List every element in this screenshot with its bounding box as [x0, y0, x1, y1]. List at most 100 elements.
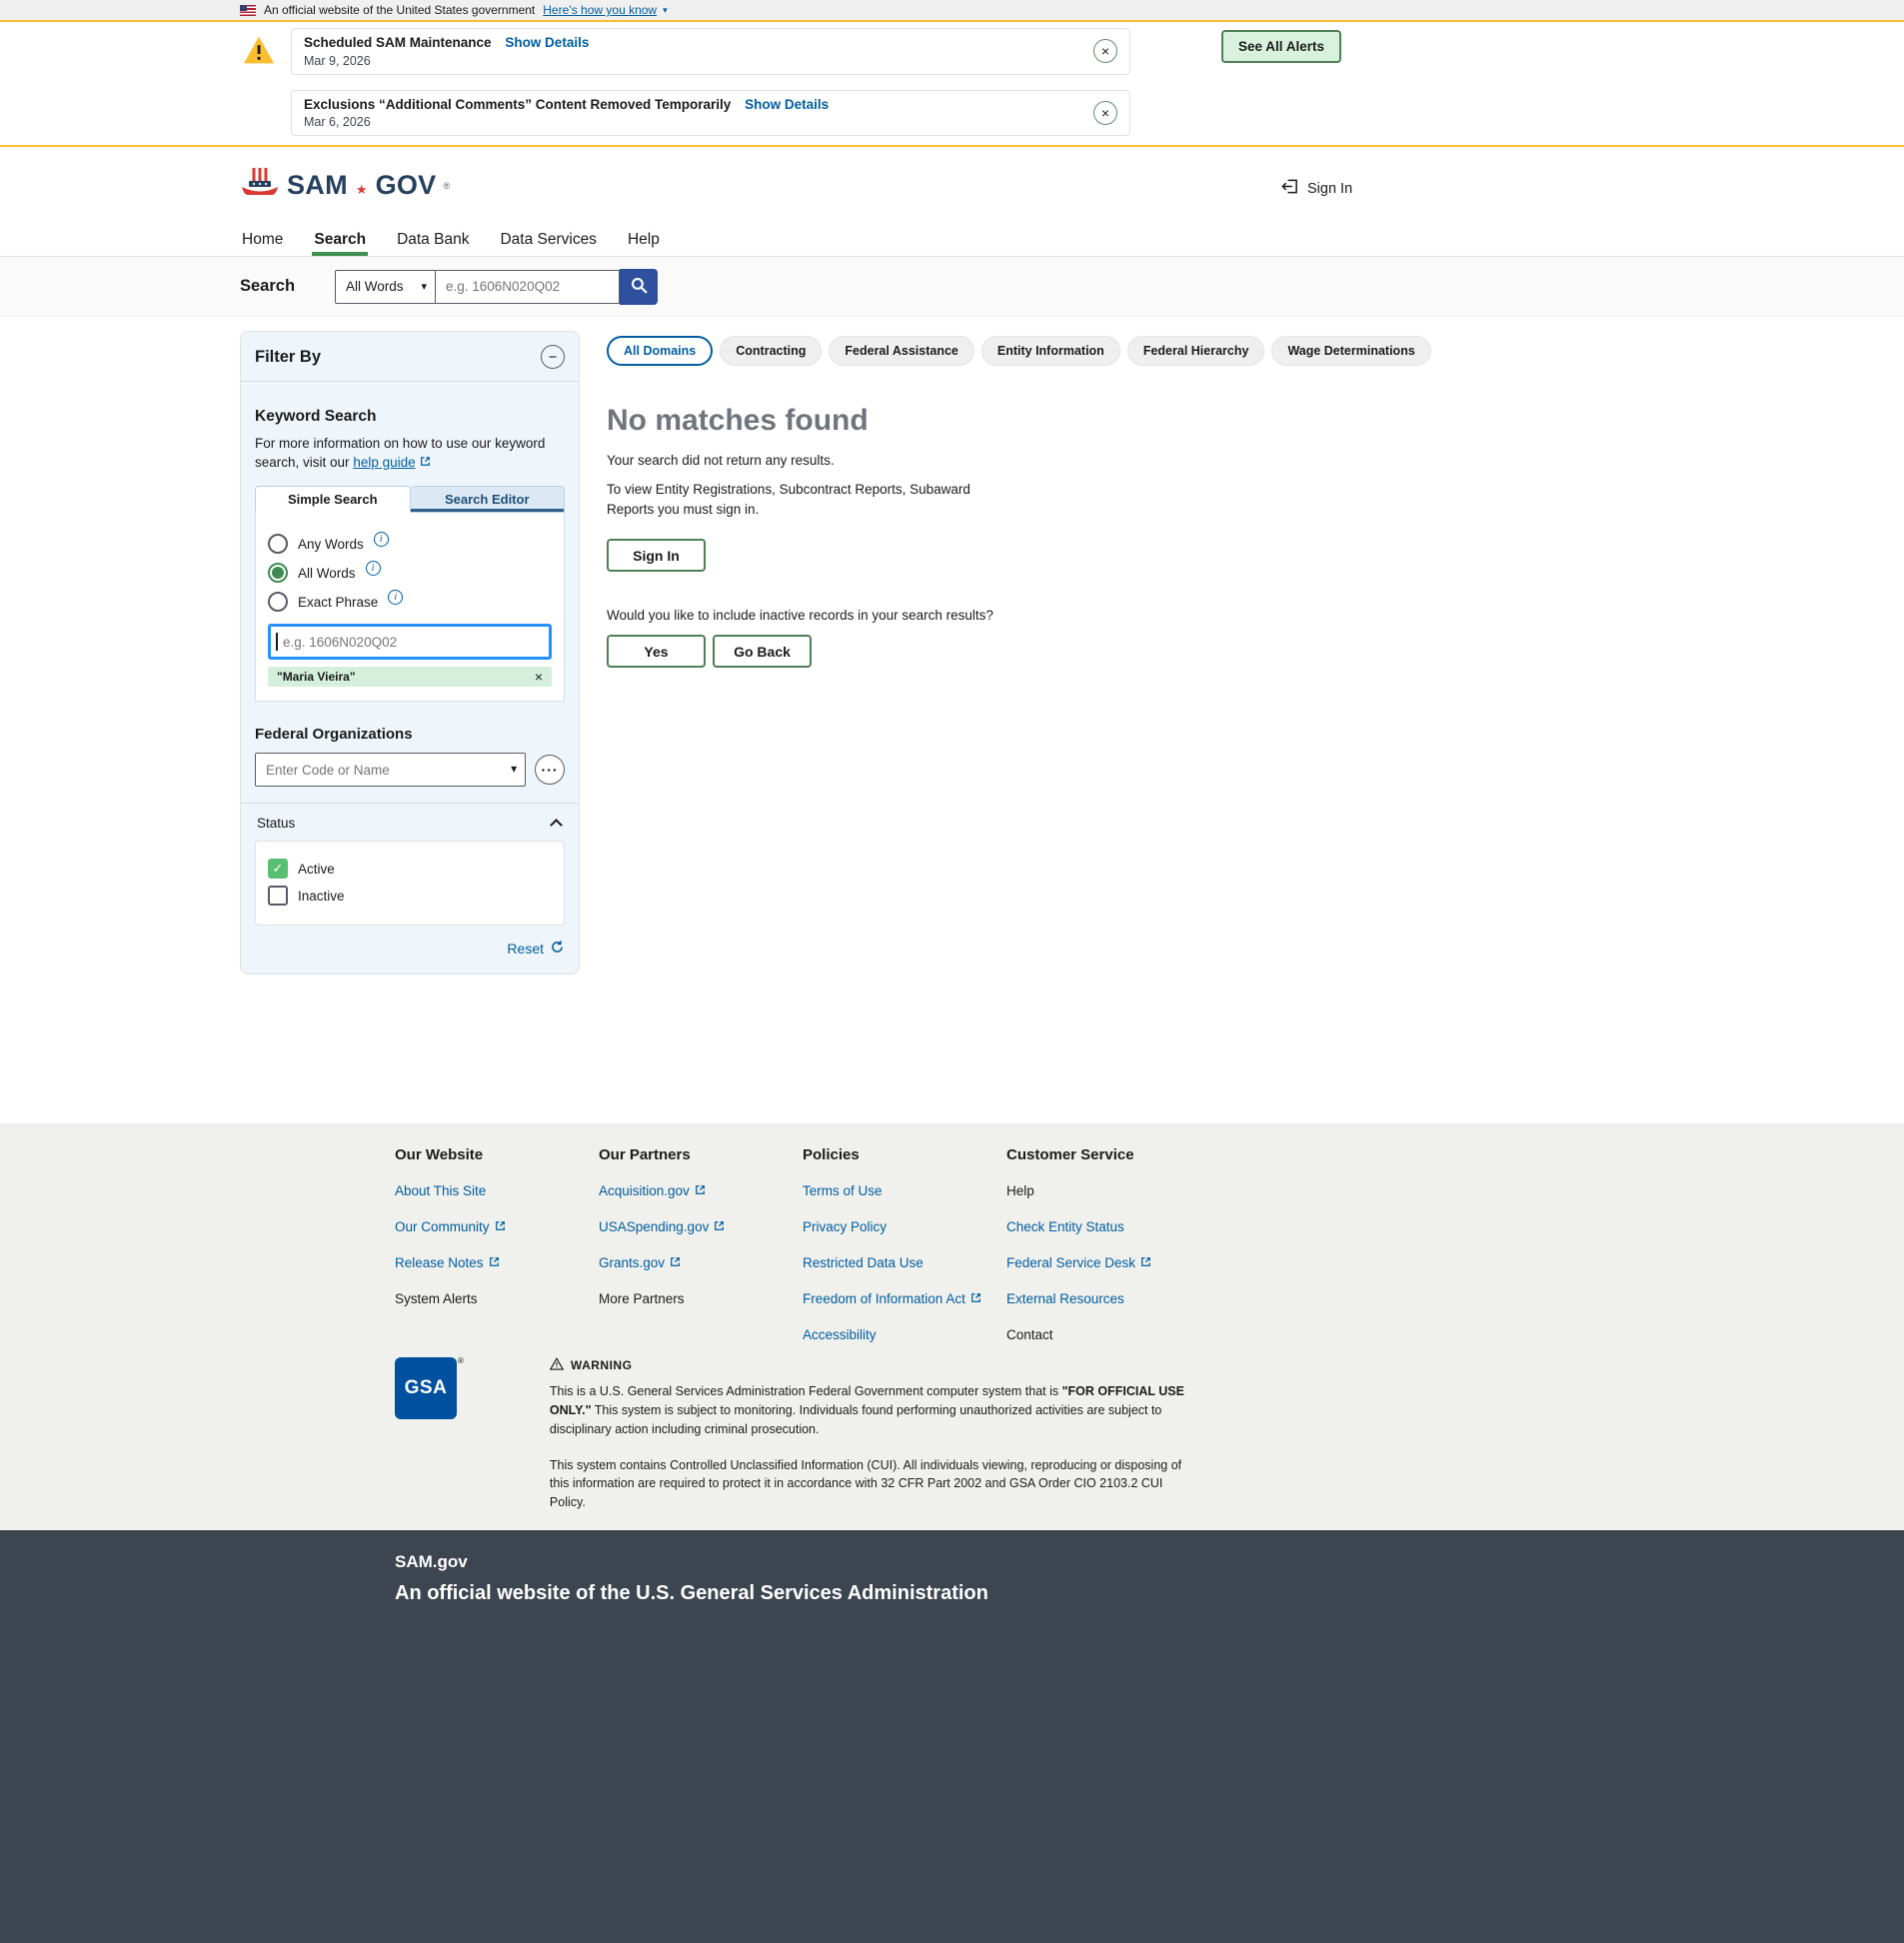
footer-column-policies: Policies Terms of Use Privacy Policy Res… [803, 1146, 1006, 1343]
logo-gov-text: GOV [375, 169, 437, 200]
search-bar: Search All Words ▾ [0, 257, 1904, 318]
remove-chip-button[interactable]: × [535, 670, 543, 684]
warning-paragraph-1: This is a U.S. General Services Administ… [549, 1384, 1184, 1436]
alerts-section: Scheduled SAM Maintenance Show Details M… [0, 20, 1904, 148]
footer-column-heading: Policies [803, 1146, 860, 1164]
chevron-down-icon: ▾ [663, 4, 668, 15]
footer-link-release-notes[interactable]: Release Notes [395, 1246, 599, 1272]
footer-column-our-website: Our Website About This Site Our Communit… [395, 1146, 599, 1343]
footer-link-external-resources[interactable]: External Resources [1006, 1282, 1286, 1308]
federal-orgs-combobox: ▾ [255, 753, 527, 788]
see-all-alerts-button[interactable]: See All Alerts [1221, 30, 1342, 63]
footer-link-privacy-policy[interactable]: Privacy Policy [803, 1210, 1006, 1236]
checkbox-active[interactable]: ✓ Active [268, 859, 552, 880]
keyword-search-heading: Keyword Search [255, 408, 377, 426]
warning-triangle-icon [242, 35, 276, 136]
close-alert-button[interactable]: × [1093, 100, 1117, 125]
gsa-registered-mark: ® [458, 1356, 464, 1366]
domain-pill-federal-assistance[interactable]: Federal Assistance [829, 336, 974, 367]
minus-icon: − [548, 348, 558, 366]
show-details-link[interactable]: Show Details [745, 97, 829, 112]
more-options-button[interactable]: ··· [535, 755, 565, 786]
main-content: Filter By − Keyword Search For more info… [0, 317, 1904, 1123]
domain-pill-contracting[interactable]: Contracting [720, 336, 823, 367]
help-guide-link[interactable]: help guide [353, 454, 430, 473]
keyword-tabs: Simple Search Search Editor [255, 486, 565, 514]
site-header: SAM ★ GOV ® Sign In [0, 147, 1904, 223]
nav-item-search[interactable]: Search [312, 223, 368, 256]
tab-search-editor[interactable]: Search Editor [410, 486, 565, 514]
domain-pill-wage-determinations[interactable]: Wage Determinations [1271, 336, 1431, 367]
external-link-icon [970, 1290, 981, 1308]
identity-footer: SAM.gov An official website of the U.S. … [0, 1529, 1904, 1943]
collapse-filters-button[interactable]: − [541, 345, 565, 370]
footer-link-restricted-data-use[interactable]: Restricted Data Use [803, 1246, 1006, 1272]
go-back-button[interactable]: Go Back [713, 635, 812, 669]
search-bar-label: Search [240, 277, 296, 296]
external-link-icon [1140, 1254, 1151, 1272]
gsa-logo: GSA [395, 1357, 457, 1420]
nav-item-help[interactable]: Help [626, 223, 662, 256]
footer-link-system-alerts[interactable]: System Alerts [395, 1282, 599, 1308]
yes-button[interactable]: Yes [607, 635, 706, 669]
show-details-link[interactable]: Show Details [505, 35, 589, 50]
chip-label: "Maria Vieira" [277, 670, 356, 685]
footer-link-about-this-site[interactable]: About This Site [395, 1174, 599, 1200]
radio-unselected-icon [268, 534, 288, 555]
status-section-toggle[interactable]: Status [241, 803, 579, 833]
info-icon[interactable]: i [388, 590, 404, 606]
sign-in-link[interactable]: Sign In [1280, 177, 1352, 200]
nav-item-home[interactable]: Home [240, 223, 285, 256]
domain-pill-entity-information[interactable]: Entity Information [980, 336, 1120, 367]
footer-link-usaspending-gov[interactable]: USASpending.gov [599, 1210, 803, 1236]
warning-title: WARNING [570, 1358, 633, 1373]
footer-link-check-entity-status[interactable]: Check Entity Status [1006, 1210, 1286, 1236]
close-alert-button[interactable]: × [1093, 39, 1117, 64]
status-options-box: ✓ Active Inactive [255, 841, 565, 927]
keyword-search-input[interactable] [268, 624, 552, 661]
sam-gov-logo[interactable]: SAM ★ GOV ® [240, 167, 450, 204]
footer-link-contact[interactable]: Contact [1006, 1318, 1286, 1344]
footer-link-federal-service-desk[interactable]: Federal Service Desk [1006, 1246, 1286, 1272]
tab-simple-search[interactable]: Simple Search [255, 486, 411, 514]
footer-link-more-partners[interactable]: More Partners [599, 1282, 803, 1308]
footer-column-heading: Our Website [395, 1146, 484, 1164]
info-icon[interactable]: i [365, 561, 381, 577]
domain-pill-all-domains[interactable]: All Domains [607, 336, 714, 367]
primary-nav: Home Search Data Bank Data Services Help [0, 223, 1904, 258]
federal-orgs-input[interactable] [255, 753, 527, 788]
close-icon: × [1100, 104, 1110, 121]
radio-all-words[interactable]: All Words i [268, 561, 552, 584]
no-matches-title: No matches found [607, 404, 869, 438]
nav-item-data-services[interactable]: Data Services [498, 223, 598, 256]
ellipsis-icon: ··· [541, 762, 559, 779]
nav-item-data-bank[interactable]: Data Bank [395, 223, 471, 256]
logo-registered-mark: ® [443, 180, 451, 191]
inactive-records-question: Would you like to include inactive recor… [607, 608, 993, 624]
info-icon[interactable]: i [373, 532, 389, 548]
footer-link-accessibility[interactable]: Accessibility [803, 1318, 1006, 1344]
footer-link-terms-of-use[interactable]: Terms of Use [803, 1174, 1006, 1200]
gov-banner: An official website of the United States… [0, 0, 1904, 20]
footer-link-help[interactable]: Help [1006, 1174, 1286, 1200]
how-you-know-link[interactable]: Here’s how you know [543, 3, 657, 17]
footer-link-acquisition-gov[interactable]: Acquisition.gov [599, 1174, 803, 1200]
search-mode-select[interactable]: All Words ▾ [335, 269, 435, 304]
uncle-sam-hat-icon [240, 167, 280, 204]
alert-title: Scheduled SAM Maintenance [304, 35, 492, 50]
reset-filters-link[interactable]: Reset [507, 940, 565, 958]
footer-link-our-community[interactable]: Our Community [395, 1210, 599, 1236]
domain-pill-federal-hierarchy[interactable]: Federal Hierarchy [1126, 336, 1265, 367]
footer-column-customer-service: Customer Service Help Check Entity Statu… [1006, 1146, 1286, 1343]
radio-exact-phrase[interactable]: Exact Phrase i [268, 590, 552, 613]
external-link-icon [495, 1218, 506, 1236]
footer-link-foia[interactable]: Freedom of Information Act [803, 1282, 1006, 1308]
global-search-input[interactable] [435, 269, 620, 304]
reset-icon [550, 940, 565, 958]
checkbox-inactive[interactable]: Inactive [268, 886, 552, 907]
search-submit-button[interactable] [620, 268, 658, 305]
radio-any-words[interactable]: Any Words i [268, 532, 552, 555]
sign-in-button[interactable]: Sign In [607, 539, 706, 573]
text-cursor [276, 633, 278, 652]
footer-link-grants-gov[interactable]: Grants.gov [599, 1246, 803, 1272]
